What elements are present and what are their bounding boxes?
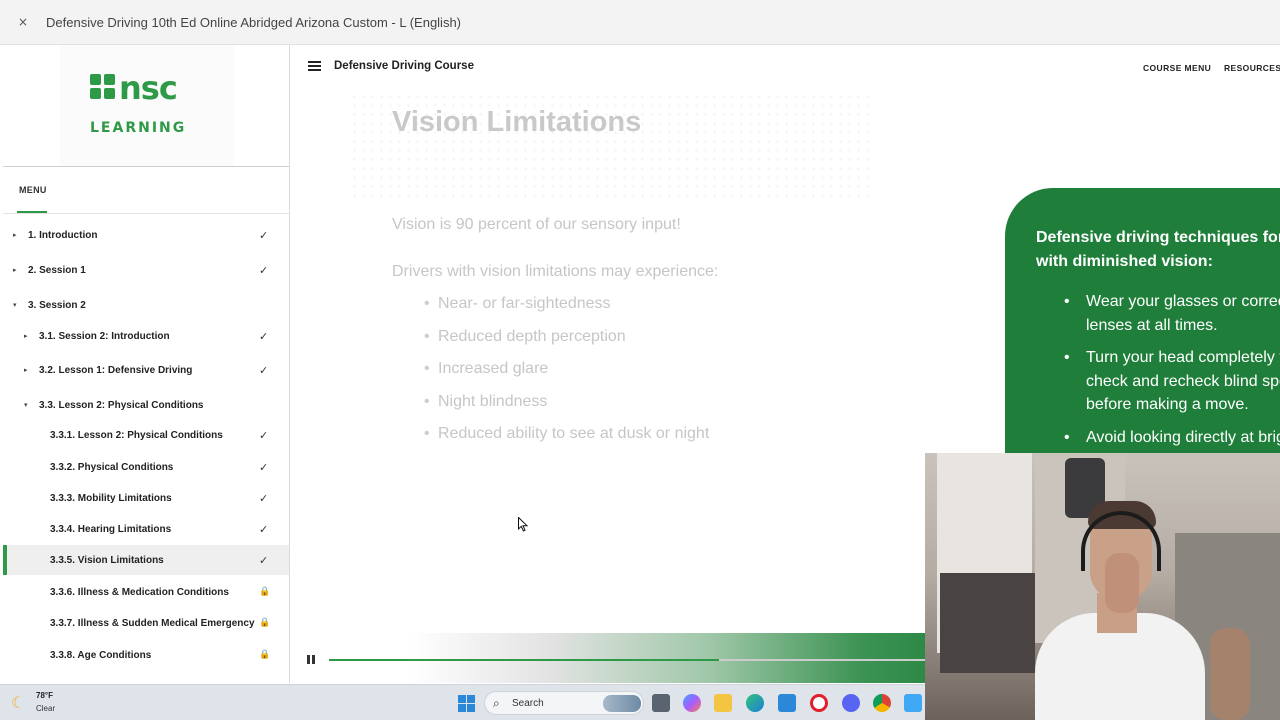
checkmark-icon: ✓	[259, 522, 269, 536]
sidebar-item-label: 3.3.2. Physical Conditions	[50, 461, 174, 473]
resources-link[interactable]: RESOURCES	[1224, 63, 1280, 73]
sidebar-item[interactable]: ▸ 3.1. Session 2: Introduction ✓	[3, 321, 289, 351]
folder-icon[interactable]	[714, 694, 732, 712]
chevron-right-icon[interactable]: ▸	[24, 332, 28, 340]
logo-subtitle: LEARNING	[90, 120, 187, 136]
windows-taskbar: ☾ 78°F Clear ⌕ Search	[0, 684, 925, 720]
course-sidebar: nsc LEARNING MENU ▸ 1. Introduction ✓ ▸ 2. S…	[3, 45, 290, 683]
weather-temperature[interactable]: 78°F	[36, 691, 53, 700]
slide-bullet: Near- or far-sightedness	[424, 295, 709, 328]
sidebar-item[interactable]: 3.3.5. Vision Limitations ✓	[3, 545, 289, 575]
lock-icon: 🔒	[259, 587, 271, 597]
tip-item: Wear your glasses or corrective lenses a…	[1064, 290, 1280, 337]
slide-lead-text: Drivers with vision limitations may expe…	[392, 263, 719, 280]
sidebar-item-label: 3. Session 2	[28, 299, 86, 311]
search-label: Search	[512, 698, 544, 709]
chrome-icon[interactable]	[873, 694, 891, 712]
sidebar-divider	[3, 166, 289, 167]
sidebar-item[interactable]: ▸ 1. Introduction ✓	[3, 220, 289, 250]
sidebar-item-label: 3.3.3. Mobility Limitations	[50, 492, 172, 504]
progress-fill	[329, 659, 719, 661]
progress-bar[interactable]	[329, 659, 929, 661]
sidebar-item[interactable]: 3.3.8. Age Conditions 🔒	[3, 640, 289, 670]
sidebar-item[interactable]: ▸ 3.2. Lesson 1: Defensive Driving ✓	[3, 355, 289, 385]
sidebar-item-label: 3.3.1. Lesson 2: Physical Conditions	[50, 429, 223, 441]
store-icon[interactable]	[778, 694, 796, 712]
sidebar-item[interactable]: ▾ 3.3. Lesson 2: Physical Conditions	[3, 390, 289, 420]
sidebar-item[interactable]: 3.3.3. Mobility Limitations ✓	[3, 483, 289, 513]
sidebar-item[interactable]: 3.3.6. Illness & Medication Conditions 🔒	[3, 577, 289, 607]
sidebar-item-label: 3.1. Session 2: Introduction	[39, 330, 170, 342]
taskbar-search[interactable]: ⌕ Search	[484, 691, 644, 715]
chevron-down-icon[interactable]: ▾	[13, 301, 17, 309]
close-window-button[interactable]: ×	[0, 15, 46, 29]
opera-icon[interactable]	[810, 694, 828, 712]
screen: × Defensive Driving 10th Ed Online Abrid…	[0, 0, 1280, 720]
sidebar-item-label: 3.3.8. Age Conditions	[50, 649, 152, 661]
chevron-right-icon[interactable]: ▸	[13, 231, 17, 239]
file-explorer-icon[interactable]	[652, 694, 670, 712]
sidebar-item-label: 3.3.6. Illness & Medication Conditions	[50, 586, 229, 598]
checkmark-icon: ✓	[259, 491, 269, 505]
nsc-learning-logo: nsc LEARNING	[60, 45, 234, 166]
tips-heading: Defensive driving techniques for drivers…	[1036, 229, 1280, 270]
sidebar-item-label: 3.3.7. Illness & Sudden Medical Emergenc…	[50, 617, 255, 629]
sidebar-item-label: 1. Introduction	[28, 229, 98, 241]
lock-icon: 🔒	[259, 618, 271, 628]
sidebar-item-label: 3.3.4. Hearing Limitations	[50, 523, 172, 535]
slide-bullet: Reduced ability to see at dusk or night	[424, 425, 709, 458]
window-titlebar: × Defensive Driving 10th Ed Online Abrid…	[0, 0, 1280, 45]
nsc-logo-mark-icon	[90, 74, 116, 102]
course-topbar: Defensive Driving Course COURSE MENU RES…	[291, 45, 1280, 89]
weather-condition[interactable]: Clear	[36, 704, 55, 713]
lock-icon: 🔒	[259, 650, 271, 660]
sidebar-item[interactable]: ▸ 2. Session 1 ✓	[3, 255, 289, 285]
menu-tab[interactable]: MENU	[19, 185, 47, 195]
notepad-icon[interactable]	[904, 694, 922, 712]
sidebar-item[interactable]: ▾ 3. Session 2	[3, 290, 289, 320]
sidebar-item[interactable]: 3.3.1. Lesson 2: Physical Conditions ✓	[3, 420, 289, 450]
checkmark-icon: ✓	[259, 329, 269, 343]
search-highlight-icon	[603, 695, 641, 712]
sidebar-item[interactable]: 3.3.4. Hearing Limitations ✓	[3, 514, 289, 544]
sidebar-item-label: 3.3.5. Vision Limitations	[50, 554, 164, 566]
course-menu-link[interactable]: COURSE MENU	[1143, 63, 1211, 73]
slide-title: Vision Limitations	[392, 106, 642, 138]
checkmark-icon: ✓	[259, 428, 269, 442]
chevron-right-icon[interactable]: ▸	[24, 366, 28, 374]
sidebar-item[interactable]: 3.3.2. Physical Conditions ✓	[3, 452, 289, 482]
checkmark-icon: ✓	[259, 228, 269, 242]
chevron-right-icon[interactable]: ▸	[13, 266, 17, 274]
slide-bullet-list: Near- or far-sightedness Reduced depth p…	[424, 295, 709, 458]
moon-icon[interactable]: ☾	[11, 693, 25, 712]
start-button-icon[interactable]	[458, 695, 475, 712]
slide-bullet: Reduced depth perception	[424, 328, 709, 361]
checkmark-icon: ✓	[259, 263, 269, 277]
slide-bullet: Increased glare	[424, 360, 709, 393]
copilot-icon[interactable]	[683, 694, 701, 712]
mouse-cursor-icon	[518, 517, 528, 532]
sidebar-item-label: 3.3. Lesson 2: Physical Conditions	[39, 399, 204, 411]
sidebar-item-label: 2. Session 1	[28, 264, 86, 276]
hamburger-menu-icon[interactable]	[308, 61, 321, 71]
sidebar-item[interactable]: 3.3.7. Illness & Sudden Medical Emergenc…	[3, 608, 289, 638]
chevron-down-icon[interactable]: ▾	[24, 401, 28, 409]
window-title: Defensive Driving 10th Ed Online Abridge…	[46, 14, 462, 30]
edge-icon[interactable]	[746, 694, 764, 712]
course-title: Defensive Driving Course	[334, 60, 474, 72]
slide-bullet: Night blindness	[424, 393, 709, 426]
logo-wordmark: nsc	[119, 69, 178, 107]
discord-icon[interactable]	[842, 694, 860, 712]
webcam-overlay	[925, 453, 1280, 720]
checkmark-icon: ✓	[259, 363, 269, 377]
tip-item: Turn your head completely to check and r…	[1064, 346, 1280, 417]
checkmark-icon: ✓	[259, 460, 269, 474]
pause-icon[interactable]	[307, 655, 315, 664]
checkmark-icon: ✓	[259, 553, 269, 567]
sidebar-item-label: 3.2. Lesson 1: Defensive Driving	[39, 364, 193, 376]
search-icon: ⌕	[493, 696, 500, 710]
slide-intro-text: Vision is 90 percent of our sensory inpu…	[392, 216, 681, 233]
sidebar-divider	[3, 213, 289, 214]
